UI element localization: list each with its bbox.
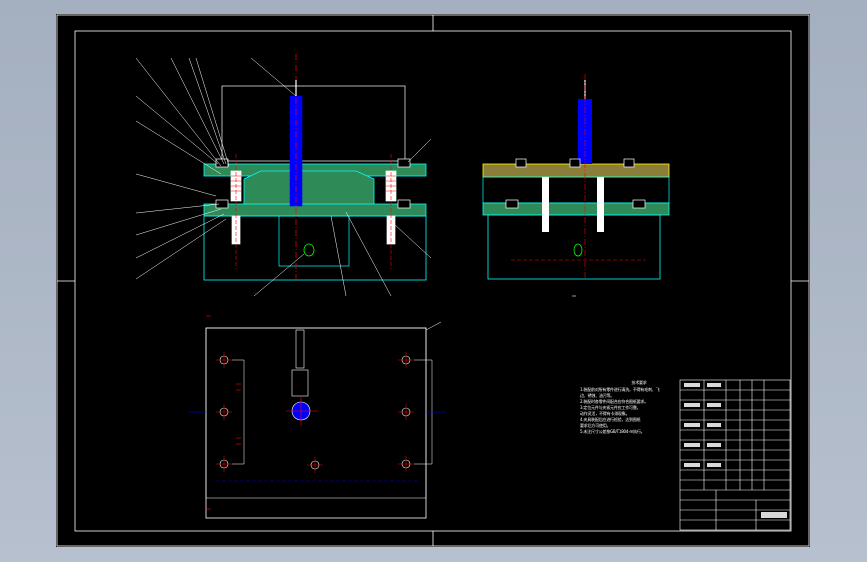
front-section-view	[135, 54, 432, 297]
title-block-fill	[684, 383, 787, 518]
side-section-view	[482, 74, 670, 297]
note-line: 5.未注尺寸公差按GB/T1804-m执行。	[580, 429, 645, 434]
cad-viewport[interactable]: 技术要求 1.装配前对所有零件进行清洗，不得有毛刺、飞 边、锈蚀、油污等。 2.…	[0, 0, 867, 562]
drawing-canvas	[56, 14, 810, 547]
technical-requirements-title: 技术要求	[631, 380, 647, 385]
drawing-sheet: 技术要求 1.装配前对所有零件进行清洗，不得有毛刺、飞 边、锈蚀、油污等。 2.…	[56, 14, 810, 547]
technical-requirements: 技术要求 1.装配前对所有零件进行清洗，不得有毛刺、飞 边、锈蚀、油污等。 2.…	[580, 380, 698, 435]
top-plan-view	[188, 315, 446, 519]
